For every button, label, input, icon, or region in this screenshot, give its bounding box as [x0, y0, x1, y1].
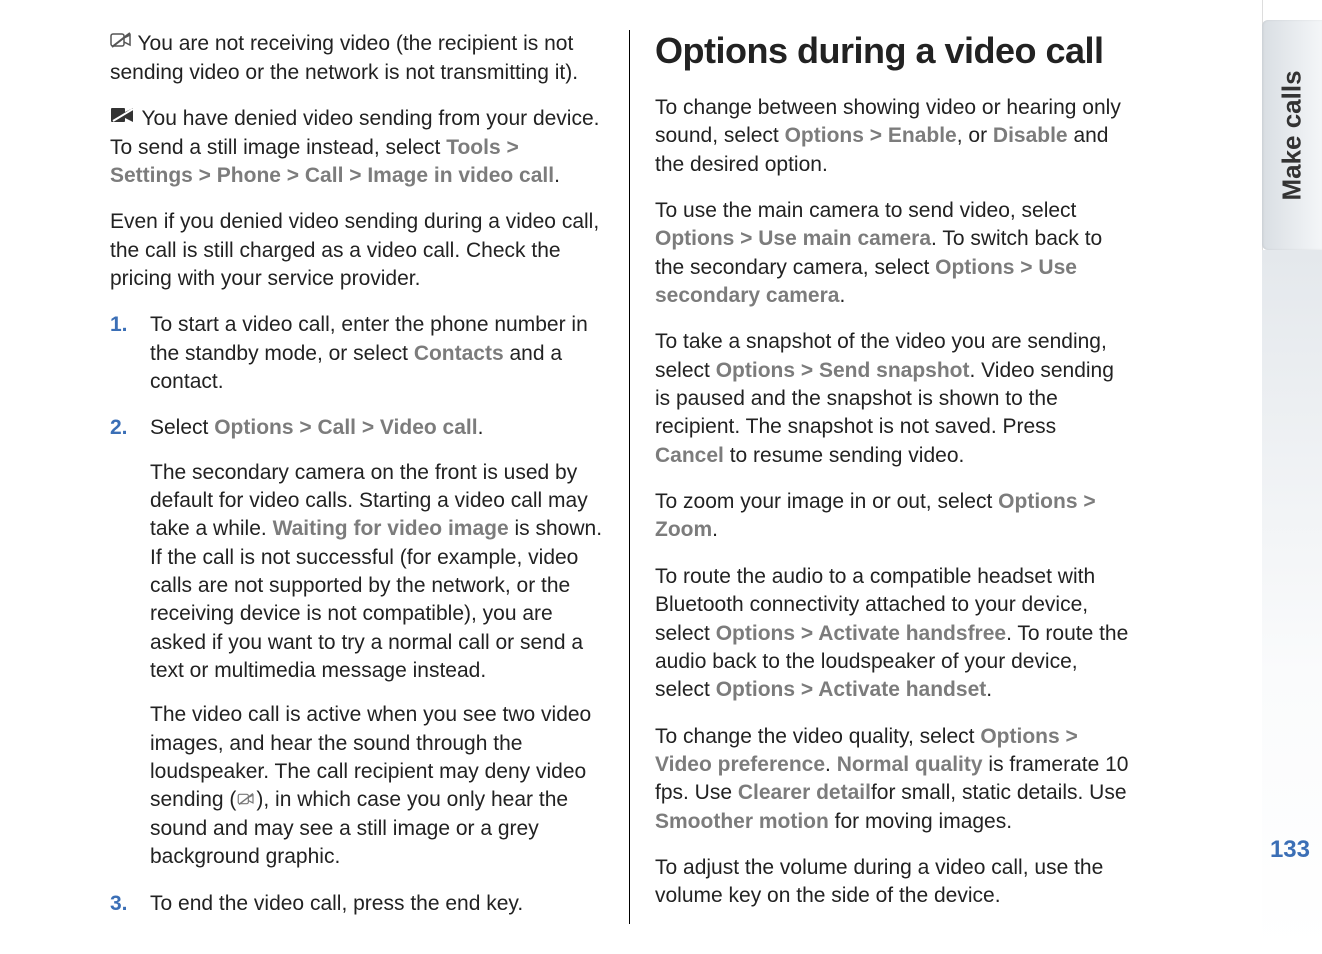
- sep: >: [294, 416, 318, 439]
- right-column: Options during a video call To change be…: [630, 30, 1150, 924]
- step-number-2: 2.: [110, 414, 138, 442]
- video-off-small-icon: [236, 786, 256, 814]
- ui-main-camera: Use main camera: [758, 227, 931, 250]
- ui-waiting: Waiting for video image: [273, 517, 509, 540]
- ui-clearer-detail: Clearer detail: [738, 781, 871, 804]
- para-zoom: To zoom your image in or out, select Opt…: [655, 488, 1130, 545]
- text: You have denied video sending from your …: [110, 107, 600, 159]
- para-audio-route: To route the audio to a compatible heads…: [655, 563, 1130, 705]
- ui-phone: Phone: [217, 164, 281, 187]
- text: for moving images.: [829, 810, 1012, 833]
- para-volume: To adjust the volume during a video call…: [655, 854, 1130, 911]
- sep: >: [795, 359, 819, 382]
- sep: >: [864, 124, 888, 147]
- sep: >: [193, 164, 217, 187]
- left-column: You are not receiving video (the recipie…: [110, 30, 630, 924]
- ui-options: Options: [935, 256, 1014, 279]
- sep: >: [734, 227, 758, 250]
- ui-zoom: Zoom: [655, 518, 712, 541]
- page-number: 133: [1270, 836, 1310, 864]
- ui-options: Options: [716, 678, 795, 701]
- para-snapshot: To take a snapshot of the video you are …: [655, 328, 1130, 470]
- text: for small, static details. Use: [871, 781, 1127, 804]
- ui-send-snapshot: Send snapshot: [819, 359, 970, 382]
- sep: >: [1060, 725, 1078, 748]
- sep: >: [343, 164, 367, 187]
- ui-handset: Activate handset: [818, 678, 986, 701]
- ui-video-call: Video call: [380, 416, 478, 439]
- ui-contacts: Contacts: [414, 342, 504, 365]
- ui-handsfree: Activate handsfree: [818, 622, 1006, 645]
- text: To end the video call, press the end key…: [150, 892, 523, 915]
- heading-options: Options during a video call: [655, 30, 1130, 72]
- para-quality: To change the video quality, select Opti…: [655, 723, 1130, 836]
- ui-options: Options: [655, 227, 734, 250]
- ui-smoother-motion: Smoother motion: [655, 810, 829, 833]
- para-camera: To use the main camera to send video, se…: [655, 197, 1130, 310]
- ui-options: Options: [716, 622, 795, 645]
- ui-options: Options: [716, 359, 795, 382]
- text: To use the main camera to send video, se…: [655, 199, 1076, 222]
- sep: >: [281, 164, 305, 187]
- ui-tools: Tools: [446, 136, 500, 159]
- ui-normal-quality: Normal quality: [837, 753, 983, 776]
- text: You are not receiving video (the recipie…: [110, 32, 578, 84]
- ui-video-pref: Video preference: [655, 753, 825, 776]
- section-tab-label: Make calls: [1277, 70, 1308, 200]
- step-2-detail-1: The secondary camera on the front is use…: [150, 459, 604, 686]
- sep: >: [501, 136, 519, 159]
- ui-settings: Settings: [110, 164, 193, 187]
- text: Select: [150, 416, 214, 439]
- ui-options: Options: [980, 725, 1059, 748]
- sep: >: [795, 622, 818, 645]
- text: is shown. If the call is not successful …: [150, 517, 602, 682]
- ui-call: Call: [317, 416, 356, 439]
- content-columns: You are not receiving video (the recipie…: [0, 0, 1262, 954]
- text: To zoom your image in or out, select: [655, 490, 998, 513]
- step-2-main: Select Options > Call > Video call.: [150, 414, 604, 442]
- sep: >: [1014, 256, 1038, 279]
- steps-list: 1. To start a video call, enter the phon…: [110, 311, 604, 918]
- step-number-1: 1.: [110, 311, 138, 339]
- step-2: 2. Select Options > Call > Video call. T…: [110, 414, 604, 871]
- text: to resume sending video.: [724, 444, 964, 467]
- para-not-receiving: You are not receiving video (the recipie…: [110, 30, 604, 87]
- text: To change the video quality, select: [655, 725, 980, 748]
- ui-call: Call: [305, 164, 344, 187]
- ui-enable: Enable: [888, 124, 957, 147]
- video-denied-icon: [110, 104, 136, 132]
- step-3: 3. To end the video call, press the end …: [110, 890, 604, 918]
- sep: >: [795, 678, 818, 701]
- step-2-detail-2: The video call is active when you see tw…: [150, 701, 604, 871]
- ui-options: Options: [998, 490, 1077, 513]
- ui-image-in-call: Image in video call: [367, 164, 554, 187]
- step-number-3: 3.: [110, 890, 138, 918]
- ui-cancel: Cancel: [655, 444, 724, 467]
- side-tab-area: Make calls 133: [1262, 0, 1322, 954]
- ui-disable: Disable: [993, 124, 1068, 147]
- sep: >: [356, 416, 380, 439]
- sep: >: [1078, 490, 1096, 513]
- section-tab: Make calls: [1262, 20, 1322, 250]
- ui-options: Options: [214, 416, 293, 439]
- para-enable-disable: To change between showing video or heari…: [655, 94, 1130, 179]
- para-denied-video: You have denied video sending from your …: [110, 105, 604, 190]
- ui-options: Options: [785, 124, 864, 147]
- para-charged: Even if you denied video sending during …: [110, 208, 604, 293]
- text: , or: [957, 124, 993, 147]
- video-off-icon: [110, 29, 132, 57]
- manual-page: You are not receiving video (the recipie…: [0, 0, 1322, 954]
- step-1: 1. To start a video call, enter the phon…: [110, 311, 604, 396]
